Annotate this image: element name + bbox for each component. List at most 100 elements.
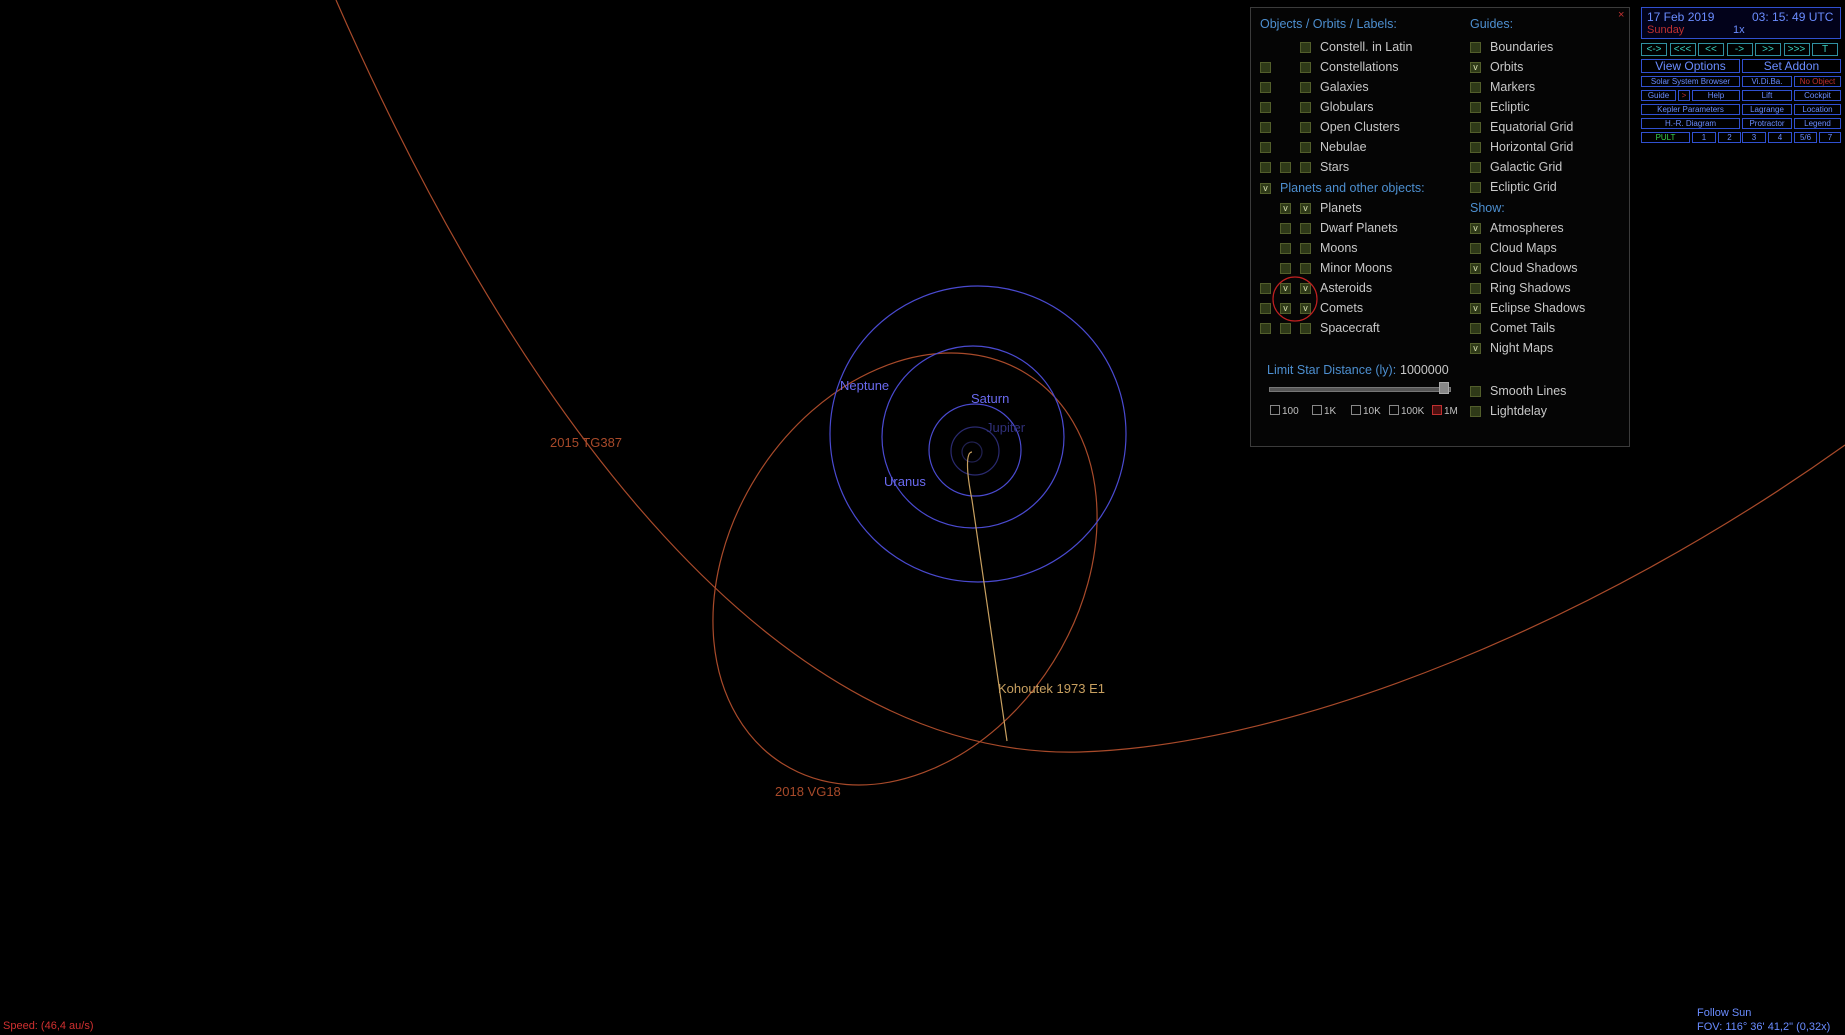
distance-option-100[interactable]: 100 [1270, 405, 1299, 417]
time-button-4[interactable]: >> [1755, 43, 1781, 56]
label-uranus[interactable]: Uranus [884, 474, 926, 489]
dwarf-planets-show-checkbox[interactable] [1280, 223, 1291, 234]
lightdelay-checkbox[interactable] [1470, 406, 1481, 417]
time-button-1[interactable]: <<< [1669, 43, 1696, 56]
ecliptic-checkbox[interactable] [1470, 102, 1481, 113]
globulars-label-checkbox[interactable] [1300, 102, 1311, 113]
lagrange-button[interactable]: Lagrange [1742, 104, 1792, 115]
constell-in-latin-label: Constell. in Latin [1320, 40, 1413, 54]
label-jupiter[interactable]: Jupiter [986, 420, 1025, 435]
markers-label: Markers [1490, 80, 1536, 94]
open-clusters-label-checkbox[interactable] [1300, 122, 1311, 133]
label-saturn[interactable]: Saturn [971, 391, 1009, 406]
distance-option-label: 100K [1401, 406, 1425, 417]
minor-moons-show-checkbox[interactable] [1280, 263, 1291, 274]
time-button-5[interactable]: >>> [1783, 43, 1810, 56]
cloud-shadows-checkbox[interactable]: v [1470, 263, 1481, 274]
minor-moons-label-checkbox[interactable] [1300, 263, 1311, 274]
stars-label-checkbox[interactable] [1300, 162, 1311, 173]
galaxies-label-checkbox[interactable] [1300, 82, 1311, 93]
distance-option-box[interactable] [1389, 405, 1399, 415]
set-addon-button[interactable]: Set Addon [1742, 59, 1841, 73]
smooth-lines-checkbox[interactable] [1470, 386, 1481, 397]
galaxies-orbit-checkbox[interactable] [1260, 82, 1271, 93]
pult-button-5[interactable]: 5/6 [1794, 132, 1817, 143]
view-options-button[interactable]: View Options [1641, 59, 1740, 73]
moons-show-checkbox[interactable] [1280, 243, 1291, 254]
ring-shadows-label: Ring Shadows [1490, 281, 1571, 295]
stars-orbit-checkbox[interactable] [1260, 162, 1271, 173]
h-r-diagram-button[interactable]: H.-R. Diagram [1641, 118, 1740, 129]
open-clusters-orbit-checkbox[interactable] [1260, 122, 1271, 133]
boundaries-checkbox[interactable] [1470, 42, 1481, 53]
equatorial-grid-checkbox[interactable] [1470, 122, 1481, 133]
orbits-checkbox[interactable]: v [1470, 62, 1481, 73]
pult-button-4[interactable]: 4 [1768, 132, 1792, 143]
spacecraft-show-checkbox[interactable] [1280, 323, 1291, 334]
markers-checkbox[interactable] [1470, 82, 1481, 93]
time-button-0[interactable]: <-> [1641, 43, 1667, 56]
distance-option-100k[interactable]: 100K [1389, 405, 1424, 417]
dwarf-planets-label-checkbox[interactable] [1300, 223, 1311, 234]
time-button-6[interactable]: T [1812, 43, 1838, 56]
vi-di-ba-button[interactable]: Vi.Di.Ba. [1742, 76, 1792, 87]
horizontal-grid-checkbox[interactable] [1470, 142, 1481, 153]
label-2018-vg18[interactable]: 2018 VG18 [775, 784, 841, 799]
constell-in-latin-label-checkbox[interactable] [1300, 42, 1311, 53]
distance-option-box[interactable] [1432, 405, 1442, 415]
planets-label-checkbox[interactable]: v [1300, 203, 1311, 214]
close-icon[interactable]: × [1618, 9, 1624, 21]
label-kohoutek[interactable]: Kohoutek 1973 E1 [998, 681, 1105, 696]
date-time-box[interactable]: 17 Feb 2019 03: 15: 49 UTC Sunday 1x [1641, 7, 1841, 39]
galactic-grid-checkbox[interactable] [1470, 162, 1481, 173]
time-rate-display: 1x [1733, 24, 1745, 36]
nebulae-orbit-checkbox[interactable] [1260, 142, 1271, 153]
protractor-button[interactable]: Protractor [1742, 118, 1792, 129]
label-neptune[interactable]: Neptune [840, 378, 889, 393]
label-2015-tg387[interactable]: 2015 TG387 [550, 435, 622, 450]
pult-button-0[interactable]: PULT [1641, 132, 1690, 143]
distance-option-1k[interactable]: 1K [1312, 405, 1336, 417]
cloud-maps-checkbox[interactable] [1470, 243, 1481, 254]
pult-button-3[interactable]: 3 [1742, 132, 1766, 143]
time-button-3[interactable]: -> [1726, 43, 1753, 56]
no-object-button[interactable]: No Object [1794, 76, 1841, 87]
legend-button[interactable]: Legend [1794, 118, 1841, 129]
distance-option-10k[interactable]: 10K [1351, 405, 1381, 417]
globulars-orbit-checkbox[interactable] [1260, 102, 1271, 113]
pult-button-6[interactable]: 7 [1819, 132, 1841, 143]
location-button[interactable]: Location [1794, 104, 1841, 115]
spacecraft-orbit-checkbox[interactable] [1260, 323, 1271, 334]
kepler-parameters-button[interactable]: Kepler Parameters [1641, 104, 1740, 115]
planets-show-checkbox[interactable]: v [1280, 203, 1291, 214]
eclipse-shadows-checkbox[interactable]: v [1470, 303, 1481, 314]
distance-option-box[interactable] [1351, 405, 1361, 415]
time-button-2[interactable]: << [1698, 43, 1724, 56]
pult-button-2[interactable]: 2 [1718, 132, 1741, 143]
distance-option-1m[interactable]: 1M [1432, 405, 1458, 417]
ring-shadows-checkbox[interactable] [1470, 283, 1481, 294]
planets-group-checkbox[interactable]: v [1260, 183, 1271, 194]
limit-star-distance-knob[interactable] [1439, 382, 1449, 394]
atmospheres-checkbox[interactable]: v [1470, 223, 1481, 234]
pult-button-1[interactable]: 1 [1692, 132, 1716, 143]
limit-star-distance-slider[interactable] [1269, 387, 1451, 392]
night-maps-checkbox[interactable]: v [1470, 343, 1481, 354]
distance-option-box[interactable] [1270, 405, 1280, 415]
moons-label-checkbox[interactable] [1300, 243, 1311, 254]
row2-button-4[interactable]: Cockpit [1794, 90, 1841, 101]
solar-system-browser-button[interactable]: Solar System Browser [1641, 76, 1740, 87]
row2-button-0[interactable]: Guide [1641, 90, 1676, 101]
row2-button-3[interactable]: Lift [1742, 90, 1792, 101]
limit-star-distance-value[interactable]: 1000000 [1400, 363, 1449, 377]
nebulae-label-checkbox[interactable] [1300, 142, 1311, 153]
row2-button-1[interactable]: > [1678, 90, 1690, 101]
comet-tails-checkbox[interactable] [1470, 323, 1481, 334]
constellations-label-checkbox[interactable] [1300, 62, 1311, 73]
spacecraft-label-checkbox[interactable] [1300, 323, 1311, 334]
stars-show-checkbox[interactable] [1280, 162, 1291, 173]
distance-option-box[interactable] [1312, 405, 1322, 415]
constellations-orbit-checkbox[interactable] [1260, 62, 1271, 73]
ecliptic-grid-checkbox[interactable] [1470, 182, 1481, 193]
row2-button-2[interactable]: Help [1692, 90, 1740, 101]
